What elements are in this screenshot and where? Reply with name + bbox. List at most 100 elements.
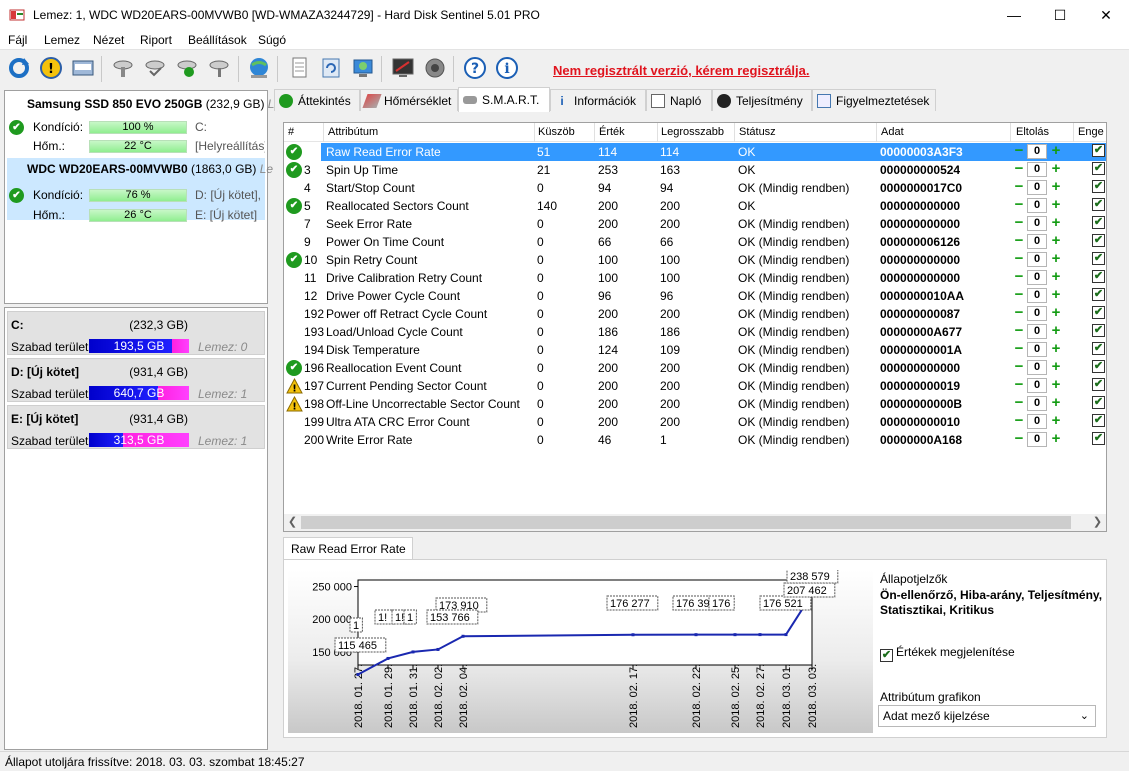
tab-log[interactable]: Napló xyxy=(646,89,712,111)
refresh-button[interactable] xyxy=(5,54,33,82)
help-button[interactable]: ? xyxy=(461,54,489,82)
table-row[interactable]: ✔ 10 Spin Retry Count 0 100 100 OK (Mindig ren… xyxy=(284,251,1106,269)
minus-icon[interactable]: − xyxy=(1012,359,1026,375)
disk-tools-button[interactable] xyxy=(205,54,233,82)
col-status[interactable]: Státusz xyxy=(739,126,776,138)
table-row[interactable]: ✔ 1 Raw Read Error Rate 51 114 114 OK 00000003A… xyxy=(284,143,1106,161)
enable-checkbox[interactable]: ✔ xyxy=(1092,162,1105,175)
table-row[interactable]: 192 Power off Retract Cycle Count 0 200 200 O… xyxy=(284,305,1106,323)
table-row[interactable]: 4 Start/Stop Count 0 94 94 OK (Mindig rendben… xyxy=(284,179,1106,197)
partition-item[interactable]: D: [Új kötet] (931,4 GB) Szabad terület … xyxy=(7,358,265,402)
enable-checkbox[interactable]: ✔ xyxy=(1092,270,1105,283)
partition-item[interactable]: C: (232,3 GB) Szabad terület 193,5 GB Le… xyxy=(7,311,265,355)
offset-value[interactable]: 0 xyxy=(1027,162,1047,177)
minus-icon[interactable]: − xyxy=(1012,251,1026,267)
minus-icon[interactable]: − xyxy=(1012,269,1026,285)
minus-icon[interactable]: − xyxy=(1012,197,1026,213)
tab-smart[interactable]: S.M.A.R.T. xyxy=(458,87,550,112)
table-row[interactable]: 193 Load/Unload Cycle Count 0 186 186 OK (Min… xyxy=(284,323,1106,341)
enable-checkbox[interactable]: ✔ xyxy=(1092,198,1105,211)
enable-checkbox[interactable]: ✔ xyxy=(1092,378,1105,391)
offset-value[interactable]: 0 xyxy=(1027,432,1047,447)
plus-icon[interactable]: + xyxy=(1049,179,1063,195)
minus-icon[interactable]: − xyxy=(1012,233,1026,249)
enable-checkbox[interactable]: ✔ xyxy=(1092,180,1105,193)
disk-item[interactable]: Samsung SSD 850 EVO 250GB (232,9 GB) Le … xyxy=(7,93,281,155)
col-enable[interactable]: Enge xyxy=(1078,126,1104,138)
scroll-left-icon[interactable]: ❮ xyxy=(284,514,301,531)
col-offset[interactable]: Eltolás xyxy=(1016,126,1049,138)
register-link[interactable]: Nem regisztrált verzió, kérem regisztrál… xyxy=(553,63,810,78)
offset-value[interactable]: 0 xyxy=(1027,216,1047,231)
enable-checkbox[interactable]: ✔ xyxy=(1092,360,1105,373)
enable-checkbox[interactable]: ✔ xyxy=(1092,234,1105,247)
col-worst[interactable]: Legrosszabb xyxy=(661,126,724,138)
scroll-right-icon[interactable]: ❯ xyxy=(1089,514,1106,531)
offset-value[interactable]: 0 xyxy=(1027,252,1047,267)
scroll-thumb[interactable] xyxy=(301,516,1071,529)
tab-alerts[interactable]: Figyelmeztetések xyxy=(812,89,936,111)
minus-icon[interactable]: − xyxy=(1012,341,1026,357)
plus-icon[interactable]: + xyxy=(1049,377,1063,393)
info-button[interactable]: i xyxy=(493,54,521,82)
show-values-checkbox[interactable]: ✔ Értékek megjelenítése xyxy=(880,645,1015,662)
report-button[interactable] xyxy=(285,54,313,82)
minimize-button[interactable]: — xyxy=(991,0,1037,30)
minus-icon[interactable]: − xyxy=(1012,287,1026,303)
plus-icon[interactable]: + xyxy=(1049,269,1063,285)
table-row[interactable]: ! 198 Off-Line Uncorrectable Sector Count 0… xyxy=(284,395,1106,413)
plus-icon[interactable]: + xyxy=(1049,215,1063,231)
plus-icon[interactable]: + xyxy=(1049,233,1063,249)
enable-checkbox[interactable]: ✔ xyxy=(1092,414,1105,427)
plus-icon[interactable]: + xyxy=(1049,287,1063,303)
offset-value[interactable]: 0 xyxy=(1027,198,1047,213)
minus-icon[interactable]: − xyxy=(1012,215,1026,231)
col-id[interactable]: # xyxy=(288,126,294,138)
plus-icon[interactable]: + xyxy=(1049,413,1063,429)
enable-checkbox[interactable]: ✔ xyxy=(1092,324,1105,337)
enable-checkbox[interactable]: ✔ xyxy=(1092,342,1105,355)
offset-value[interactable]: 0 xyxy=(1027,144,1047,159)
minus-icon[interactable]: − xyxy=(1012,395,1026,411)
menu-view[interactable]: Nézet xyxy=(93,33,124,47)
offset-value[interactable]: 0 xyxy=(1027,414,1047,429)
plus-icon[interactable]: + xyxy=(1049,341,1063,357)
plus-icon[interactable]: + xyxy=(1049,197,1063,213)
menu-settings[interactable]: Beállítások xyxy=(188,33,247,47)
speaker-button[interactable] xyxy=(421,54,449,82)
col-data[interactable]: Adat xyxy=(881,126,904,138)
enable-checkbox[interactable]: ✔ xyxy=(1092,396,1105,409)
attribute-graph-select[interactable]: Adat mező kijelzése ⌄ xyxy=(878,705,1096,727)
table-row[interactable]: ✔ 196 Reallocation Event Count 0 200 200 OK (M… xyxy=(284,359,1106,377)
checkbox-icon[interactable]: ✔ xyxy=(880,649,893,662)
minus-icon[interactable]: − xyxy=(1012,377,1026,393)
offset-value[interactable]: 0 xyxy=(1027,396,1047,411)
col-attribute[interactable]: Attribútum xyxy=(328,126,378,138)
offset-value[interactable]: 0 xyxy=(1027,360,1047,375)
offset-value[interactable]: 0 xyxy=(1027,180,1047,195)
enable-checkbox[interactable]: ✔ xyxy=(1092,432,1105,445)
plus-icon[interactable]: + xyxy=(1049,161,1063,177)
minus-icon[interactable]: − xyxy=(1012,143,1026,159)
tab-temperature[interactable]: Hőmérséklet xyxy=(360,89,458,111)
offset-value[interactable]: 0 xyxy=(1027,288,1047,303)
plus-icon[interactable]: + xyxy=(1049,431,1063,447)
enable-checkbox[interactable]: ✔ xyxy=(1092,288,1105,301)
enable-checkbox[interactable]: ✔ xyxy=(1092,144,1105,157)
menu-report[interactable]: Riport xyxy=(140,33,172,47)
minus-icon[interactable]: − xyxy=(1012,323,1026,339)
offset-value[interactable]: 0 xyxy=(1027,306,1047,321)
table-row[interactable]: 7 Seek Error Rate 0 200 200 OK (Mindig rendbe… xyxy=(284,215,1106,233)
alert-button[interactable]: ! xyxy=(37,54,65,82)
offset-value[interactable]: 0 xyxy=(1027,270,1047,285)
disk-settings-button[interactable] xyxy=(109,54,137,82)
table-row[interactable]: 12 Drive Power Cycle Count 0 96 96 OK (Mindig… xyxy=(284,287,1106,305)
partition-item[interactable]: E: [Új kötet] (931,4 GB) Szabad terület … xyxy=(7,405,265,449)
col-value[interactable]: Érték xyxy=(599,126,625,138)
table-row[interactable]: 199 Ultra ATA CRC Error Count 0 200 200 OK (M… xyxy=(284,413,1106,431)
tab-information[interactable]: i Információk xyxy=(550,89,646,111)
update-button[interactable] xyxy=(317,54,345,82)
menu-disk[interactable]: Lemez xyxy=(44,33,80,47)
table-row[interactable]: ! 197 Current Pending Sector Count 0 200 200 O… xyxy=(284,377,1106,395)
offset-value[interactable]: 0 xyxy=(1027,378,1047,393)
